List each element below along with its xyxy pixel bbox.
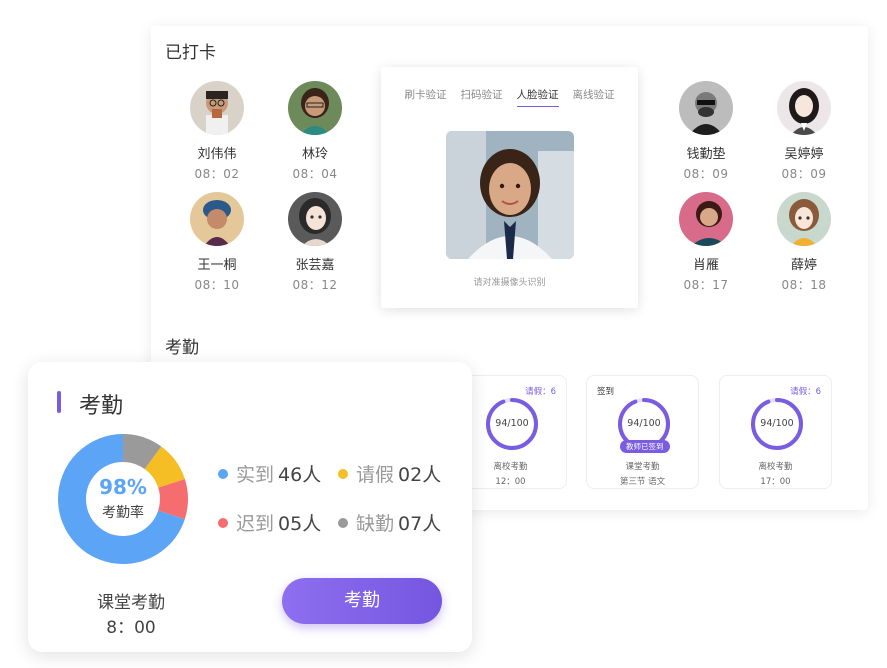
person-card[interactable]: 刘伟伟 08：02 <box>172 81 262 182</box>
person-card[interactable]: 吴婷婷 08：09 <box>759 81 849 182</box>
teacher-signed-badge: 教师已签到 <box>620 440 670 453</box>
summary-title: 考勤 <box>79 394 124 419</box>
person-time: 08：04 <box>292 167 338 181</box>
person-name: 张芸嘉 <box>295 258 335 273</box>
person-name: 肖雁 <box>692 258 719 273</box>
legend-label: 实到 <box>236 464 275 486</box>
card-label: 课堂考勤 <box>625 462 660 472</box>
tab-card-verify[interactable]: 刷卡验证 <box>405 87 447 107</box>
person-time: 08：09 <box>683 167 729 181</box>
score-text: 94/100 <box>760 418 794 429</box>
face-hint-text: 请对准摄像头识别 <box>473 278 546 288</box>
card-time: 17：00 <box>760 477 791 487</box>
legend-dot <box>338 517 348 528</box>
attendance-card[interactable]: 签到 94/100 教师已签到 课堂考勤 第三节 语文 <box>586 375 699 489</box>
face-verify-card: 刷卡验证 扫码验证 人脸验证 离线验证 请对准摄像头识别 <box>381 67 638 308</box>
person-card[interactable]: 薛婷 08：18 <box>759 192 849 293</box>
legend-label: 迟到 <box>236 513 275 535</box>
class-attendance-label: 课堂考勤 <box>97 593 165 613</box>
legend-absent: 缺勤 07人 <box>338 509 441 536</box>
legend-value: 07人 <box>398 513 442 535</box>
person-time: 08：18 <box>781 278 827 292</box>
legend-label: 请假 <box>356 464 395 486</box>
tab-qr-verify[interactable]: 扫码验证 <box>461 87 503 107</box>
attendance-rate-label: 考勤率 <box>102 505 144 521</box>
legend-late: 迟到 05人 <box>218 509 321 536</box>
legend-leave: 请假 02人 <box>338 460 441 487</box>
attendance-button[interactable]: 考勤 <box>282 578 442 624</box>
person-name: 薛婷 <box>790 258 817 273</box>
card-label: 离校考勤 <box>758 462 793 472</box>
score-text: 94/100 <box>495 418 529 429</box>
person-time: 08：02 <box>194 167 240 181</box>
legend-dot <box>218 517 228 528</box>
person-name: 刘伟伟 <box>197 147 237 162</box>
legend-value: 05人 <box>278 513 322 535</box>
avatar <box>777 192 831 246</box>
tab-face-verify[interactable]: 人脸验证 <box>516 87 559 107</box>
person-card[interactable]: 张芸嘉 08：12 <box>270 192 360 293</box>
person-name: 王一桐 <box>197 258 237 273</box>
person-name: 吴婷婷 <box>784 147 824 162</box>
person-card[interactable]: 林玲 08：04 <box>270 81 360 182</box>
legend-present: 实到 46人 <box>218 460 321 487</box>
title-accent-bar <box>57 391 61 413</box>
attendance-summary-card: 考勤 98% 考勤率 实到 46人 请假 02人 迟到 05人 缺勤 07人 课… <box>28 362 472 652</box>
attendance-section-title: 考勤 <box>165 338 199 358</box>
person-time: 08：10 <box>194 278 240 292</box>
class-attendance-time: 8：00 <box>106 618 156 638</box>
person-time: 08：09 <box>781 167 827 181</box>
checkin-title: 已打卡 <box>165 43 216 63</box>
avatar <box>288 192 342 246</box>
attendance-card[interactable]: 请假：6 94/100 离校考勤 17：00 <box>719 375 832 489</box>
camera-face-preview <box>446 131 574 259</box>
person-name: 钱勤垫 <box>686 147 726 162</box>
legend-dot <box>218 468 228 479</box>
legend-value: 46人 <box>278 464 322 486</box>
person-card[interactable]: 肖雁 08：17 <box>661 192 751 293</box>
person-time: 08：17 <box>683 278 729 292</box>
legend-label: 缺勤 <box>356 513 395 535</box>
avatar <box>777 81 831 135</box>
person-card[interactable]: 王一桐 08：10 <box>172 192 262 293</box>
avatar <box>288 81 342 135</box>
person-card[interactable]: 钱勤垫 08：09 <box>661 81 751 182</box>
avatar <box>679 81 733 135</box>
legend-value: 02人 <box>398 464 442 486</box>
attendance-donut <box>58 434 188 564</box>
attendance-rate-value: 98% <box>99 475 147 499</box>
legend-dot <box>338 468 348 479</box>
avatar <box>679 192 733 246</box>
tab-offline-verify[interactable]: 离线验证 <box>573 87 615 107</box>
checkin-tag: 签到 <box>597 387 615 397</box>
person-name: 林玲 <box>301 147 328 162</box>
person-time: 08：12 <box>292 278 338 292</box>
verify-tabs: 刷卡验证 扫码验证 人脸验证 离线验证 <box>381 87 638 107</box>
avatar <box>190 81 244 135</box>
card-sub: 第三节 语文 <box>619 477 666 487</box>
avatar <box>190 192 244 246</box>
